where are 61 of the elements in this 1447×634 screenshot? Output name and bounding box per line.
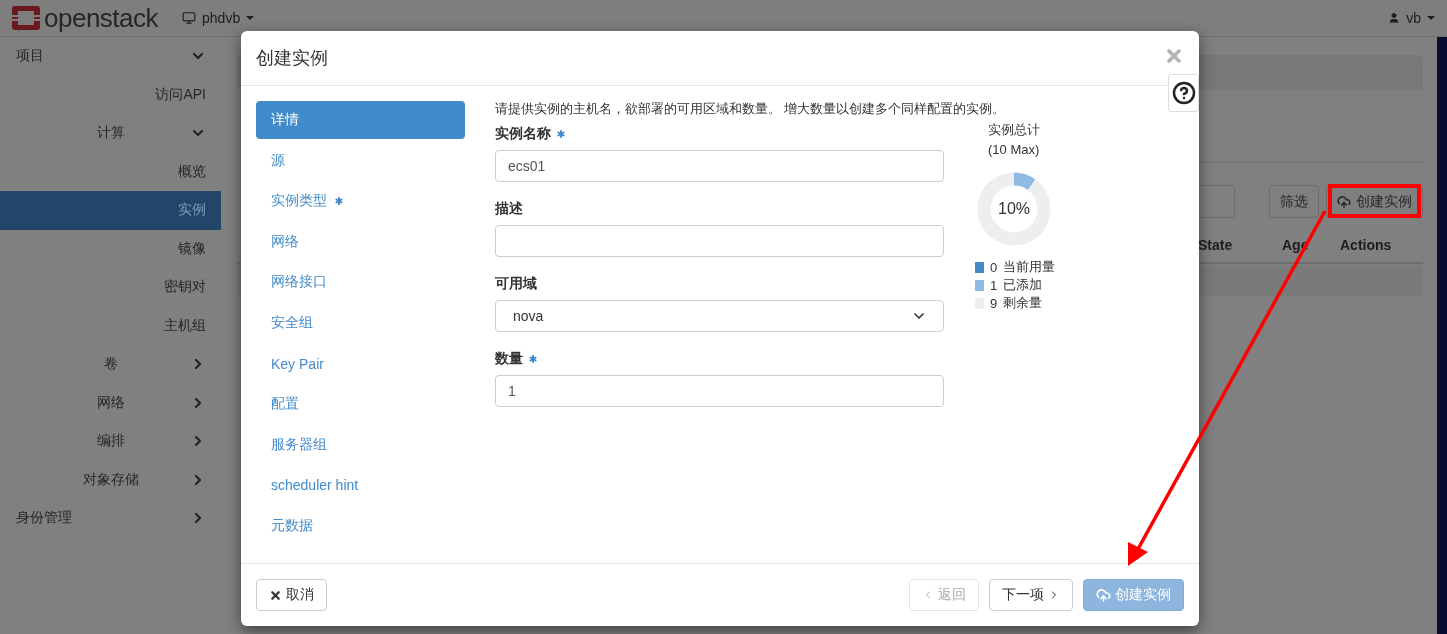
close-button[interactable] — [1164, 46, 1184, 66]
filter-button[interactable]: 筛选 — [1269, 185, 1319, 218]
sidebar-item[interactable]: 计算 — [0, 114, 221, 153]
monitor-icon — [182, 11, 197, 25]
close-icon — [269, 588, 282, 602]
legend-label: 剩余量 — [1003, 294, 1043, 312]
step-tab[interactable]: 元数据 — [256, 506, 465, 545]
logo-text: openstack — [44, 2, 159, 34]
logo-icon — [12, 6, 40, 30]
help-text: 请提供实例的主机名，欲部署的可用区域和数量。 增大数量以创建多个同样配置的实例。 — [495, 101, 1006, 117]
column-header: State — [1198, 236, 1234, 255]
step-tab[interactable]: scheduler hint — [256, 466, 465, 505]
step-tab[interactable]: 配置 — [256, 385, 465, 424]
step-tab[interactable]: Key Pair — [256, 344, 465, 383]
field-label: 描述 — [495, 200, 523, 218]
step-tab[interactable]: 源 — [256, 141, 465, 180]
step-tab[interactable]: 实例类型 — [256, 182, 465, 221]
step-tab[interactable]: 服务器组 — [256, 425, 465, 464]
field-label: 数量 — [495, 350, 523, 368]
column-header: Actions — [1340, 236, 1393, 255]
project-menu[interactable]: phdvb — [182, 10, 255, 26]
sidebar-item[interactable]: 概览 — [0, 152, 221, 191]
caret-icon — [246, 16, 255, 20]
field-label: 可用域 — [495, 275, 537, 293]
sidebar-item[interactable]: 卷 — [0, 345, 221, 384]
step-tab[interactable]: 网络 — [256, 222, 465, 261]
input-field[interactable]: ecs01 — [495, 150, 944, 182]
legend-count: 0 — [990, 259, 998, 275]
input-field[interactable] — [495, 225, 944, 257]
dialog-title: 创建实例 — [256, 47, 329, 70]
sidebar-item[interactable]: 身份管理 — [0, 499, 221, 538]
cloud-upload-icon — [1096, 587, 1111, 603]
sidebar-item[interactable]: 访问API — [0, 75, 221, 114]
step-tab[interactable]: 安全组 — [256, 303, 465, 342]
sidebar-item[interactable]: 网络 — [0, 383, 221, 422]
sidebar-item[interactable]: 密钥对 — [0, 268, 221, 307]
next-button[interactable]: 下一项 — [989, 579, 1073, 611]
legend-label: 已添加 — [1003, 276, 1043, 294]
user-icon — [1388, 12, 1401, 24]
sidebar-item[interactable]: 对象存储 — [0, 460, 221, 499]
summary-title: 实例总计 — [987, 121, 1040, 139]
summary-subtitle: (10 Max) — [987, 142, 1040, 157]
legend-label: 当前用量 — [1003, 258, 1056, 276]
sidebar-item[interactable]: 项目 — [0, 37, 221, 76]
sidebar-item[interactable]: 编排 — [0, 422, 221, 461]
percent-label: 10% — [997, 200, 1031, 218]
legend-count: 1 — [990, 277, 998, 293]
step-tab[interactable]: 网络接口 — [256, 263, 465, 302]
step-tab[interactable]: 详情 — [256, 101, 465, 139]
cancel-button[interactable]: 取消 — [256, 579, 327, 611]
sidebar-item-active[interactable]: 实例 — [0, 191, 221, 230]
sidebar-item[interactable]: 镜像 — [0, 229, 221, 268]
field-label: 实例名称 — [495, 125, 551, 143]
help-button[interactable] — [1168, 74, 1199, 112]
cloud-upload-icon — [1337, 194, 1351, 209]
zone-select[interactable]: nova — [495, 300, 944, 332]
user-menu[interactable]: vb — [1388, 10, 1435, 26]
sidebar-item[interactable]: 主机组 — [0, 306, 221, 345]
legend-count: 9 — [990, 295, 998, 311]
input-field[interactable]: 1 — [495, 375, 944, 407]
caret-icon — [1427, 16, 1435, 20]
